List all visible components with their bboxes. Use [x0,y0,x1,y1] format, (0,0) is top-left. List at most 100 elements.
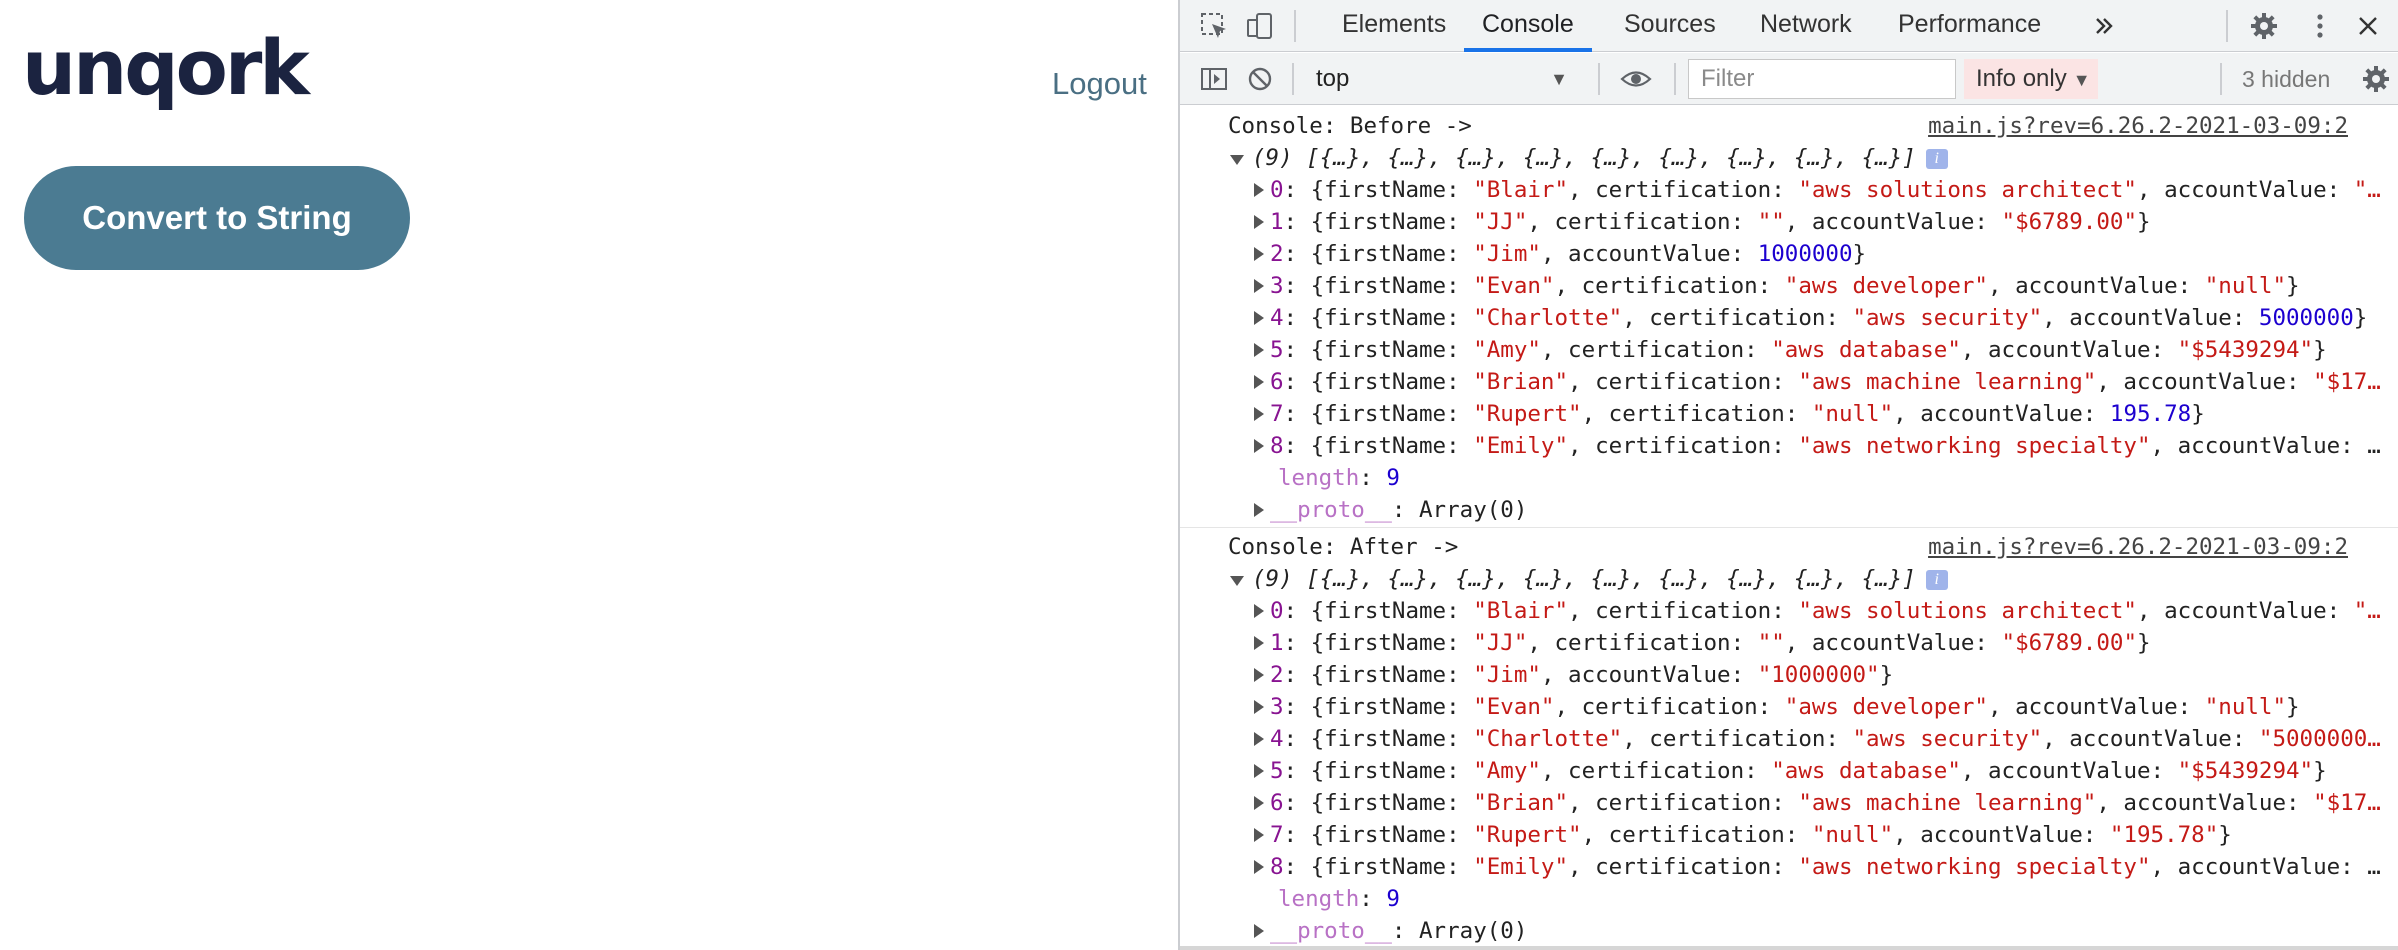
key-accountvalue: , accountValue: [1960,337,2178,363]
array-index: 2 [1270,241,1284,267]
settings-gear-icon[interactable] [2246,8,2282,44]
key-certification: , certification: [1540,337,1772,363]
array-item-row[interactable]: 7: {firstName: "Rupert", certification: … [1254,398,2384,430]
array-proto-row[interactable]: __proto__: Array(0) [1254,915,2384,947]
collapsed-triangle-icon[interactable] [1254,215,1264,229]
collapsed-triangle-icon[interactable] [1254,279,1264,293]
source-link[interactable]: main.js?rev=6.26.2-2021-03-09:2 [1928,531,2348,563]
source-link[interactable]: main.js?rev=6.26.2-2021-03-09:2 [1928,110,2348,142]
array-summary[interactable]: (9) [{…}, {…}, {…}, {…}, {…}, {…}, {…}, … [1230,563,1948,595]
array-item-row[interactable]: 4: {firstName: "Charlotte", certificatio… [1254,723,2384,755]
object-close-brace: } [2218,822,2232,848]
array-preview: (9) [{…}, {…}, {…}, {…}, {…}, {…}, {…}, … [1252,566,1916,592]
array-item-row[interactable]: 8: {firstName: "Emily", certification: "… [1254,851,2384,883]
key-accountvalue: , accountValue: [2042,305,2259,331]
collapsed-triangle-icon[interactable] [1254,407,1264,421]
collapsed-triangle-icon[interactable] [1254,503,1264,517]
value-firstname: "Emily" [1473,433,1569,459]
key-certification: , certification: [1622,726,1853,752]
collapsed-triangle-icon[interactable] [1254,924,1264,938]
hidden-messages-count: 3 hidden [2242,66,2331,92]
array-index: 4 [1270,305,1284,331]
array-item-row[interactable]: 2: {firstName: "Jim", accountValue: 1000… [1254,238,2384,270]
tab-console[interactable]: Console [1464,0,1592,52]
array-item-row[interactable]: 4: {firstName: "Charlotte", certificatio… [1254,302,2384,334]
length-value: 9 [1386,465,1400,491]
console-message-divider [1180,527,2398,528]
collapsed-triangle-icon[interactable] [1254,828,1264,842]
value-accountvalue: "… [2353,598,2381,624]
array-item-row[interactable]: 3: {firstName: "Evan", certification: "a… [1254,270,2384,302]
key-accountvalue: , accountValue: [1960,758,2178,784]
execution-context-select[interactable]: top ▼ [1306,59,1578,99]
console-message-text: Console: After -> [1228,534,1459,560]
collapsed-triangle-icon[interactable] [1254,732,1264,746]
array-item-row[interactable]: 8: {firstName: "Emily", certification: "… [1254,430,2384,462]
array-item-row[interactable]: 2: {firstName: "Jim", accountValue: "100… [1254,659,2384,691]
device-toolbar-icon[interactable] [1242,8,1278,44]
array-item-row[interactable]: 6: {firstName: "Brian", certification: "… [1254,366,2384,398]
devtools-panel: Elements Console Sources Network Perform… [1178,0,2398,950]
collapsed-triangle-icon[interactable] [1254,183,1264,197]
inspect-element-icon[interactable] [1196,8,1232,44]
value-firstname: "JJ" [1473,630,1528,656]
clear-console-icon[interactable] [1242,61,1278,97]
collapsed-triangle-icon[interactable] [1254,700,1264,714]
value-firstname: "Charlotte" [1473,726,1623,752]
console-filter-input[interactable] [1688,59,1956,99]
array-length-row: length: 9 [1278,462,2398,494]
array-item-row[interactable]: 3: {firstName: "Evan", certification: "a… [1254,691,2384,723]
array-item-row[interactable]: 0: {firstName: "Blair", certification: "… [1254,174,2384,206]
log-levels-dropdown[interactable]: Info only ▼ [1964,59,2098,99]
expanded-triangle-icon[interactable] [1230,155,1244,165]
key-firstname: : {firstName: [1283,630,1474,656]
expanded-triangle-icon[interactable] [1230,576,1244,586]
unqork-logo: unqork [22,23,310,112]
value-certification: "aws developer" [1784,694,1988,720]
array-summary[interactable]: (9) [{…}, {…}, {…}, {…}, {…}, {…}, {…}, … [1230,142,1948,174]
key-certification: , certification: [1540,758,1772,784]
key-accountvalue: , accountValue: [1893,401,2110,427]
console-message-label: Console: After -> [1228,531,1458,563]
array-proto-row[interactable]: __proto__: Array(0) [1254,494,2384,526]
show-sidebar-icon[interactable] [1196,61,1232,97]
key-certification: , certification: [1568,854,1799,880]
more-options-kebab-icon[interactable] [2302,8,2338,44]
collapsed-triangle-icon[interactable] [1254,247,1264,261]
toolbar-divider [2226,10,2228,42]
collapsed-triangle-icon[interactable] [1254,860,1264,874]
array-item-row[interactable]: 1: {firstName: "JJ", certification: "", … [1254,627,2384,659]
collapsed-triangle-icon[interactable] [1254,668,1264,682]
collapsed-triangle-icon[interactable] [1254,375,1264,389]
convert-to-string-button[interactable]: Convert to String [24,166,410,270]
array-item-row[interactable]: 7: {firstName: "Rupert", certification: … [1254,819,2384,851]
value-certification: "null" [1811,822,1894,848]
tab-performance[interactable]: Performance [1898,0,2041,52]
key-accountvalue: , accountValue: [1540,662,1758,688]
key-firstname: : {firstName: [1283,662,1474,688]
console-settings-gear-icon[interactable] [2358,61,2394,97]
toolbar-divider [1598,63,1600,95]
array-item-row[interactable]: 6: {firstName: "Brian", certification: "… [1254,787,2384,819]
array-item-row[interactable]: 5: {firstName: "Amy", certification: "aw… [1254,755,2384,787]
object-close-brace: } [2313,337,2327,363]
object-close-brace: } [2137,630,2151,656]
array-item-row[interactable]: 1: {firstName: "JJ", certification: "", … [1254,206,2384,238]
tab-elements[interactable]: Elements [1342,0,1446,52]
collapsed-triangle-icon[interactable] [1254,439,1264,453]
collapsed-triangle-icon[interactable] [1254,343,1264,357]
tab-sources[interactable]: Sources [1624,0,1716,52]
live-expression-eye-icon[interactable] [1618,61,1654,97]
close-icon[interactable] [2350,8,2386,44]
logout-link[interactable]: Logout [1052,66,1147,102]
collapsed-triangle-icon[interactable] [1254,636,1264,650]
key-accountvalue: , accountValue: [1784,630,2002,656]
collapsed-triangle-icon[interactable] [1254,796,1264,810]
chevrons-right-icon[interactable] [2086,8,2122,44]
tab-network[interactable]: Network [1760,0,1852,52]
collapsed-triangle-icon[interactable] [1254,604,1264,618]
collapsed-triangle-icon[interactable] [1254,311,1264,325]
array-item-row[interactable]: 0: {firstName: "Blair", certification: "… [1254,595,2384,627]
array-item-row[interactable]: 5: {firstName: "Amy", certification: "aw… [1254,334,2384,366]
collapsed-triangle-icon[interactable] [1254,764,1264,778]
